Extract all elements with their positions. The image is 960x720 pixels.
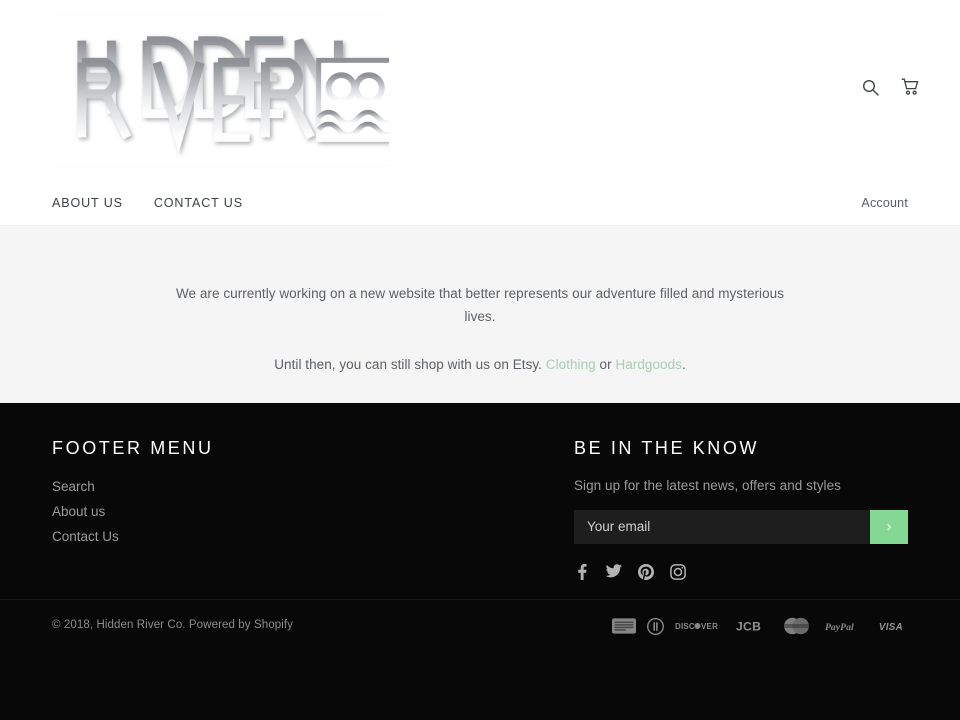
primary-navigation: ABOUT US CONTACT US Account — [0, 180, 960, 226]
announcement-paragraph: We are currently working on a new websit… — [175, 286, 785, 324]
account-link[interactable]: Account — [861, 196, 908, 210]
payment-icons: DISC VER JCB PayPal VISA — [612, 617, 908, 635]
cart-icon[interactable] — [901, 78, 920, 96]
page-root: ABOUT US CONTACT US Account We are curre… — [0, 0, 960, 720]
footer-link-contact-us[interactable]: Contact Us — [52, 529, 119, 544]
shop-text-middle: or — [595, 357, 616, 372]
footer-menu-title: FOOTER MENU — [52, 438, 214, 458]
footer-link-about-us[interactable]: About us — [52, 504, 105, 519]
newsletter-form: › — [574, 509, 908, 544]
shopify-link[interactable]: Shopify — [254, 619, 293, 631]
newsletter-submit-button[interactable]: › — [870, 509, 908, 544]
svg-text:VER: VER — [701, 622, 718, 631]
footer-link-search[interactable]: Search — [52, 479, 95, 494]
main-inner: We are currently working on a new websit… — [160, 282, 800, 376]
nav-item-contact-us[interactable]: CONTACT US — [154, 196, 243, 210]
newsletter-column: BE IN THE KNOW Sign up for the latest ne… — [574, 438, 908, 580]
footer-columns: FOOTER MENU Search About us Contact Us B… — [0, 403, 960, 580]
diners-club-icon — [647, 617, 664, 635]
copyright-prefix: © 2018, Hidden River Co. Powered by — [52, 619, 254, 631]
shop-paragraph: Until then, you can still shop with us o… — [160, 353, 800, 376]
list-item: Search — [52, 478, 574, 496]
facebook-icon[interactable] — [574, 563, 589, 580]
newsletter-email-input[interactable] — [574, 509, 870, 544]
svg-text:VISA: VISA — [879, 621, 903, 632]
search-icon[interactable] — [862, 79, 879, 96]
social-links — [574, 563, 908, 580]
footer-menu-column: FOOTER MENU Search About us Contact Us — [52, 438, 574, 580]
instagram-icon[interactable] — [670, 563, 686, 580]
paypal-icon: PayPal — [823, 620, 867, 633]
discover-icon: DISC VER — [675, 620, 725, 632]
svg-text:JCB: JCB — [736, 619, 761, 633]
hardgoods-link[interactable]: Hardgoods — [615, 357, 682, 372]
site-logo[interactable] — [52, 14, 390, 166]
list-item: Contact Us — [52, 528, 574, 546]
shop-text-after: . — [681, 357, 686, 372]
newsletter-subtitle: Sign up for the latest news, offers and … — [574, 477, 841, 493]
header-icon-group — [862, 78, 920, 96]
pinterest-icon[interactable] — [638, 563, 654, 580]
clothing-link[interactable]: Clothing — [546, 357, 596, 372]
nav-item-about-us[interactable]: ABOUT US — [52, 196, 123, 210]
footer-bottom-bar: © 2018, Hidden River Co. Powered by Shop… — [0, 599, 960, 720]
nav-right-group: Account — [861, 194, 908, 212]
list-item: About us — [52, 503, 574, 521]
footer-menu-list: Search About us Contact Us — [52, 478, 574, 546]
main-content: We are currently working on a new websit… — [0, 226, 960, 403]
mastercard-icon — [781, 617, 812, 635]
american-express-icon — [612, 618, 636, 634]
shop-text-before: Until then, you can still shop with us o… — [274, 357, 546, 372]
logo-image — [54, 15, 389, 165]
svg-text:PayPal: PayPal — [825, 621, 854, 632]
newsletter-title: BE IN THE KNOW — [574, 438, 760, 458]
svg-text:DISC: DISC — [675, 622, 695, 631]
visa-icon: VISA — [878, 620, 908, 633]
twitter-icon[interactable] — [605, 564, 622, 579]
nav-link-group: ABOUT US CONTACT US — [52, 196, 243, 210]
jcb-icon: JCB — [736, 619, 770, 634]
site-header — [0, 0, 960, 180]
site-footer: FOOTER MENU Search About us Contact Us B… — [0, 403, 960, 720]
copyright-text: © 2018, Hidden River Co. Powered by Shop… — [52, 617, 293, 633]
